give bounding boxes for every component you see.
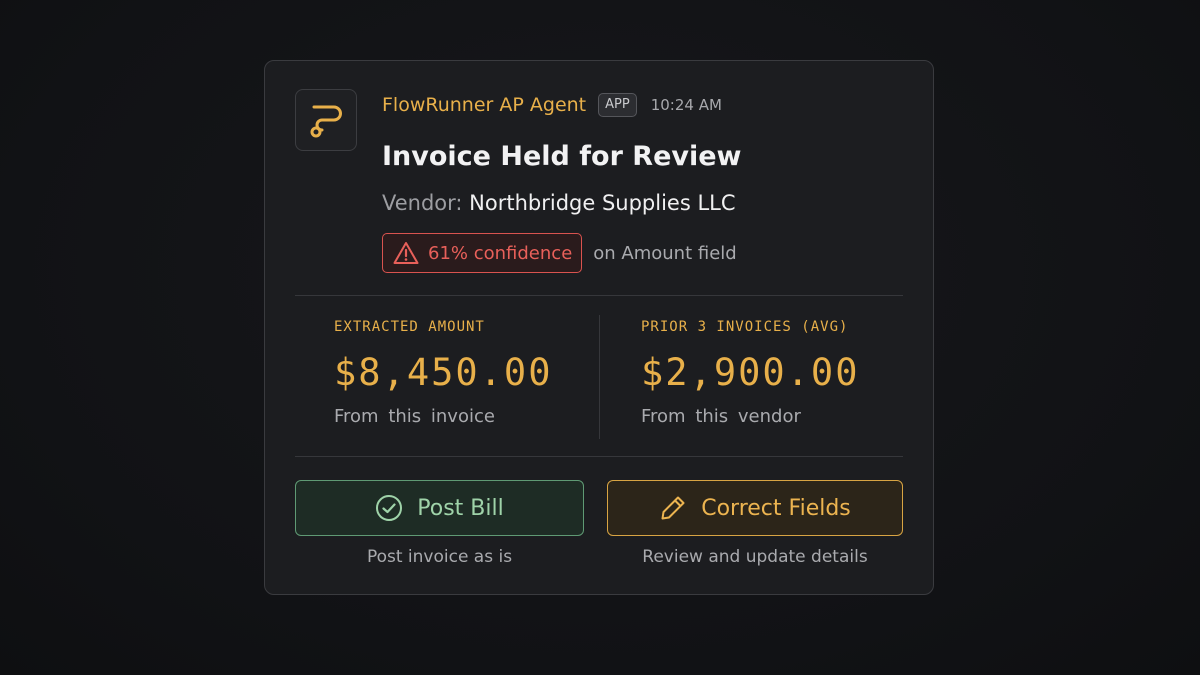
correct-fields-button[interactable]: Correct Fields — [607, 480, 903, 536]
flow-route-icon — [310, 105, 342, 138]
vendor-name: Northbridge Supplies LLC — [469, 191, 736, 215]
vendor-label: Vendor: — [382, 191, 463, 215]
post-bill-button[interactable]: Post Bill — [295, 480, 584, 536]
stat-divider — [599, 315, 600, 439]
stat-prior-invoices: PRIOR 3 INVOICES (AVG) $2,900.00 From th… — [641, 319, 859, 427]
app-name[interactable]: FlowRunner AP Agent — [382, 94, 586, 116]
confidence-text: 61% confidence — [428, 242, 573, 264]
stat-value: $2,900.00 — [641, 351, 860, 394]
confidence-row: 61% confidence on Amount field — [382, 233, 737, 273]
stat-extracted-amount: EXTRACTED AMOUNT $8,450.00 From this inv… — [334, 319, 552, 427]
vendor-row: Vendor: Northbridge Supplies LLC — [382, 191, 736, 215]
app-badge: APP — [598, 93, 637, 117]
app-avatar[interactable] — [295, 89, 357, 151]
message-title: Invoice Held for Review — [382, 141, 742, 172]
divider-bottom — [295, 456, 903, 457]
check-circle-icon — [376, 495, 403, 521]
timestamp[interactable]: 10:24 AM — [651, 96, 722, 114]
correct-fields-caption: Review and update details — [642, 547, 868, 567]
correct-fields-label: Correct Fields — [701, 495, 851, 521]
stat-value: $8,450.00 — [334, 351, 553, 394]
confidence-field-note: on Amount field — [593, 242, 737, 264]
notification-card: FlowRunner AP Agent APP 10:24 AM Invoice… — [264, 60, 934, 595]
stat-label: PRIOR 3 INVOICES (AVG) — [641, 319, 849, 335]
confidence-badge: 61% confidence — [382, 233, 583, 273]
stat-label: EXTRACTED AMOUNT — [334, 319, 485, 335]
divider-top — [295, 295, 903, 296]
pencil-icon — [661, 496, 685, 520]
warning-triangle-icon — [393, 242, 419, 264]
post-bill-caption: Post invoice as is — [366, 547, 513, 567]
stat-sub: From this invoice — [334, 406, 495, 427]
post-bill-label: Post Bill — [417, 495, 504, 521]
message-header: FlowRunner AP Agent APP 10:24 AM — [382, 91, 722, 119]
stat-sub: From this vendor — [641, 406, 801, 427]
